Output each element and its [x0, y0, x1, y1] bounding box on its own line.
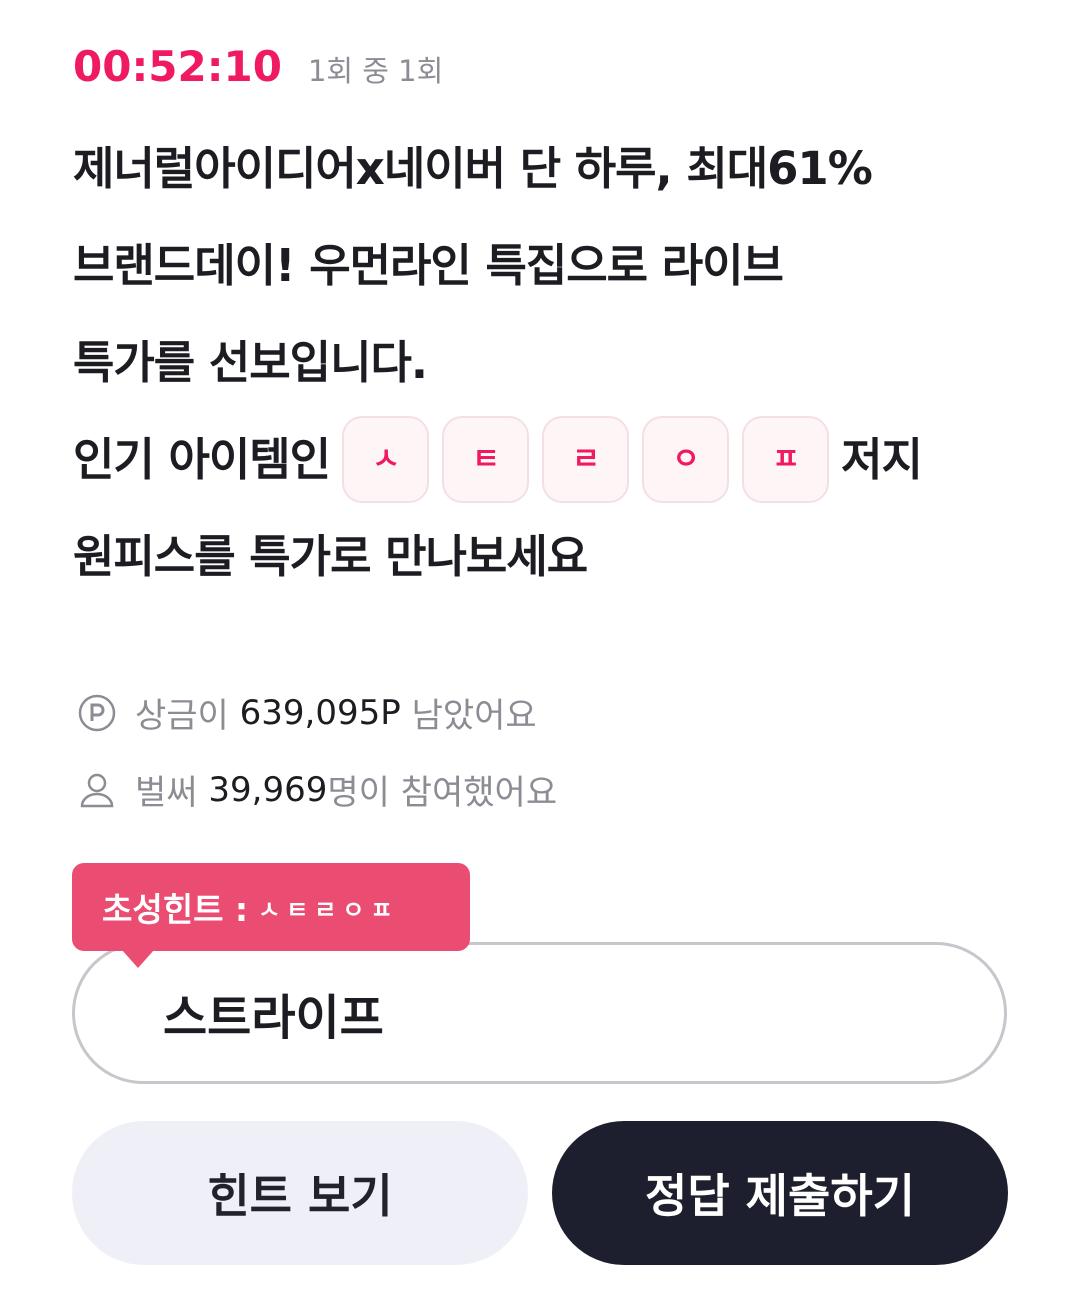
blank-box-4: ㅇ — [642, 416, 730, 503]
person-icon — [77, 770, 117, 810]
show-hint-button[interactable]: 힌트 보기 — [72, 1121, 528, 1265]
round-counter: 1회 중 1회 — [307, 54, 444, 88]
question-line-3: 특가를 선보입니다. — [73, 336, 428, 389]
point-coin-icon — [77, 693, 117, 733]
question-line-5: 원피스를 특가로 만나보세요 — [73, 530, 588, 583]
quiz-question: 제너럴아이디어x네이버 단 하루, 최대61% 브랜드데이! 우먼라인 특집으로… — [73, 120, 1013, 605]
blank-box-2: ㅌ — [442, 416, 530, 503]
participants-info: 벌써 39,969 명이 참여했어요 — [77, 765, 557, 814]
prize-info: 상금이 639,095P 남았어요 — [77, 688, 537, 737]
answer-input[interactable] — [163, 985, 1004, 1041]
question-line-4-suffix: 저지 — [841, 433, 923, 486]
blank-boxes: ㅅ ㅌ ㄹ ㅇ ㅍ — [342, 416, 830, 503]
hint-tooltip-chars: ㅅㅌㄹㅇㅍ — [258, 895, 399, 924]
prize-amount: 639,095P — [239, 692, 401, 733]
quiz-header: 00:52:10 1회 중 1회 — [73, 42, 443, 91]
question-line-1: 제너럴아이디어x네이버 단 하루, 최대61% — [73, 142, 873, 195]
prize-prefix: 상금이 — [135, 696, 229, 736]
hint-tooltip-label: 초성힌트 : — [102, 890, 249, 929]
blank-box-5: ㅍ — [742, 416, 830, 503]
answer-field-wrapper[interactable] — [72, 942, 1007, 1084]
blank-box-3: ㄹ — [542, 416, 630, 503]
prize-suffix: 남았어요 — [411, 696, 537, 736]
tooltip-arrow — [122, 950, 154, 968]
question-line-2: 브랜드데이! 우먼라인 특집으로 라이브 — [73, 239, 784, 292]
participants-suffix: 명이 참여했어요 — [327, 773, 558, 813]
countdown-timer: 00:52:10 — [73, 42, 282, 91]
participants-prefix: 벌써 — [135, 773, 198, 813]
question-line-4-prefix: 인기 아이템인 — [73, 433, 331, 486]
question-line-4: 인기 아이템인 ㅅ ㅌ ㄹ ㅇ ㅍ 저지 — [73, 411, 1013, 508]
blank-box-1: ㅅ — [342, 416, 430, 503]
initial-hint-tooltip: 초성힌트 : ㅅㅌㄹㅇㅍ — [72, 863, 470, 951]
participants-count: 39,969 — [208, 769, 328, 810]
submit-answer-button[interactable]: 정답 제출하기 — [552, 1121, 1008, 1265]
